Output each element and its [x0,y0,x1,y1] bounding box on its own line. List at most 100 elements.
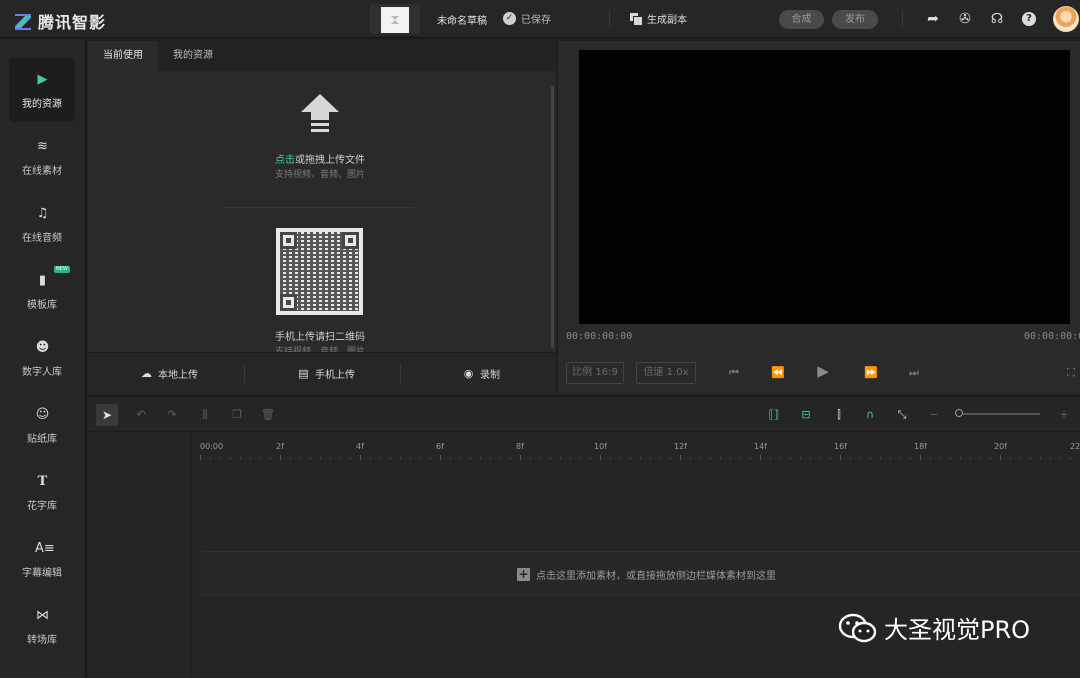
sidebar-item-label: 我的资源 [22,99,62,110]
help-icon[interactable]: ? [1022,12,1036,26]
tab-my-resources[interactable]: 我的资源 [158,41,228,71]
share-icon[interactable]: ➦ [925,11,941,27]
link-clip-icon[interactable]: ⊟ [798,407,814,423]
sidebar-item-stickers[interactable]: ☺ 贴纸库 [9,393,75,457]
ruler-tick [990,457,991,460]
ruler-tick [750,457,751,460]
ruler-label: 8f [516,442,524,451]
copy-icon [630,13,643,26]
upload-instruction[interactable]: 点击或拖拽上传文件 [88,151,552,166]
sidebar-item-online-audio[interactable]: ♫ 在线音频 [9,192,75,256]
ruler-label: 18f [914,442,927,451]
zoom-out-icon[interactable]: − [926,407,942,423]
split-icon[interactable]: ⫼ [197,407,213,423]
sidebar-item-digital-human[interactable]: ☻ 数字人库 [9,326,75,390]
brand-mark-icon [15,14,31,30]
ruler-tick [380,457,381,460]
ruler-tick [650,457,651,460]
duplicate-icon[interactable]: ❐ [229,407,245,423]
upload-arrow-icon[interactable] [301,94,339,138]
fast-forward-icon[interactable]: ⏩ [863,366,879,379]
add-media-drop-zone[interactable]: + 点击这里添加素材，或直接拖放侧边栏媒体素材到这里 [201,551,1080,596]
ruler-tick [270,457,271,460]
snap-icon[interactable]: ⟦⟧ [766,407,782,423]
phone-upload-icon: ▤ [298,367,309,380]
aspect-ratio-button[interactable]: 比例 16:9 [566,362,624,384]
ruler-label: 10f [594,442,607,451]
fit-timeline-icon[interactable]: ⤡ [894,407,910,423]
sidebar-item-transitions[interactable]: ⋈ 转场库 [9,594,75,658]
ruler-tick [900,457,901,460]
ruler-tick [830,457,831,460]
generate-copy-button[interactable]: 生成副本 [630,11,687,26]
skip-to-start-icon[interactable]: ⏮ [726,366,742,380]
ruler-tick [460,457,461,460]
new-badge: NEW [54,266,70,273]
ruler-tick [470,457,471,460]
headset-icon[interactable]: ☊ [989,11,1005,27]
record-button[interactable]: ◉ 录制 [463,366,500,381]
redo-icon[interactable]: ↷ [164,407,180,423]
ruler-tick [640,457,641,460]
ruler-label: 6f [436,442,444,451]
phone-upload-button[interactable]: ▤ 手机上传 [298,366,355,381]
local-upload-button[interactable]: ☁ 本地上传 [141,366,198,381]
draft-title[interactable]: 未命名草稿 [437,12,487,27]
sidebar-item-online-materials[interactable]: ≋ 在线素材 [9,125,75,189]
upload-link[interactable]: 点击 [275,155,295,166]
upload-text: 或拖拽上传文件 [295,155,365,166]
track-header-column [88,433,192,678]
qr-code [276,228,363,315]
zoom-slider-handle[interactable] [955,409,963,417]
ruler-tick [240,457,241,460]
fullscreen-icon[interactable]: ⛶ [1063,366,1079,380]
rewind-icon[interactable]: ⏪ [770,366,786,379]
ruler-label: 20f [994,442,1007,451]
sidebar-item-subtitle-edit[interactable]: A≡ 字幕编辑 [9,527,75,591]
draft-thumbnail[interactable] [370,4,420,34]
ruler-tick [610,457,611,460]
ruler-tick [1040,457,1041,460]
sidebar-item-fancy-text[interactable]: T 花字库 [9,460,75,524]
digital-human-icon: ☻ [35,340,50,355]
film-reel-icon[interactable]: ✇ [957,11,973,27]
ruler-label: 16f [834,442,847,451]
divider [244,365,245,383]
sidebar-item-templates[interactable]: ▮ NEW 模板库 [9,259,75,323]
ruler-label: 4f [356,442,364,451]
play-icon[interactable]: ▶ [815,362,831,380]
layers-icon: ≋ [37,139,48,154]
ruler-tick [1010,457,1011,460]
sidebar-item-my-resources[interactable]: ▶ 我的资源 [9,58,75,122]
ruler-tick [330,457,331,460]
ruler-tick [800,457,801,460]
time-ruler[interactable]: 00:00 2f 4f 6f 8f 10f 12f 14f 16f 18f 20… [193,433,1080,467]
tab-current-use[interactable]: 当前使用 [88,41,158,71]
ruler-tick [930,457,931,460]
check-circle-icon: ✓ [503,12,516,25]
playback-speed-button[interactable]: 倍速 1.0x [636,362,696,384]
zoom-slider-track[interactable] [958,413,1040,415]
brand-logo[interactable]: 腾讯智影 [14,9,106,33]
delete-icon[interactable]: 🗑 [260,407,276,423]
resource-scrollbar[interactable] [551,86,554,348]
magnet-icon[interactable]: ∩ [862,407,878,423]
publish-button[interactable]: 发布 [832,10,878,29]
compose-button[interactable]: 合成 [779,10,824,29]
ruler-label: 00:00 [200,442,224,451]
ruler-tick [690,457,691,460]
undo-icon[interactable]: ↶ [133,407,149,423]
divider [223,207,415,208]
ruler-tick [970,457,971,460]
preview-canvas[interactable] [579,50,1070,324]
ruler-tick [660,457,661,460]
select-pointer-icon[interactable]: ➤ [96,404,118,426]
zoom-in-icon[interactable]: + [1056,407,1072,423]
ruler-tick [490,457,491,460]
ruler-tick [630,457,631,460]
center-align-icon[interactable]: ⫿ [831,407,847,423]
ruler-tick [870,457,871,460]
user-avatar[interactable] [1053,6,1079,32]
ruler-tick [620,457,621,460]
skip-to-end-icon[interactable]: ⏭ [906,366,922,380]
